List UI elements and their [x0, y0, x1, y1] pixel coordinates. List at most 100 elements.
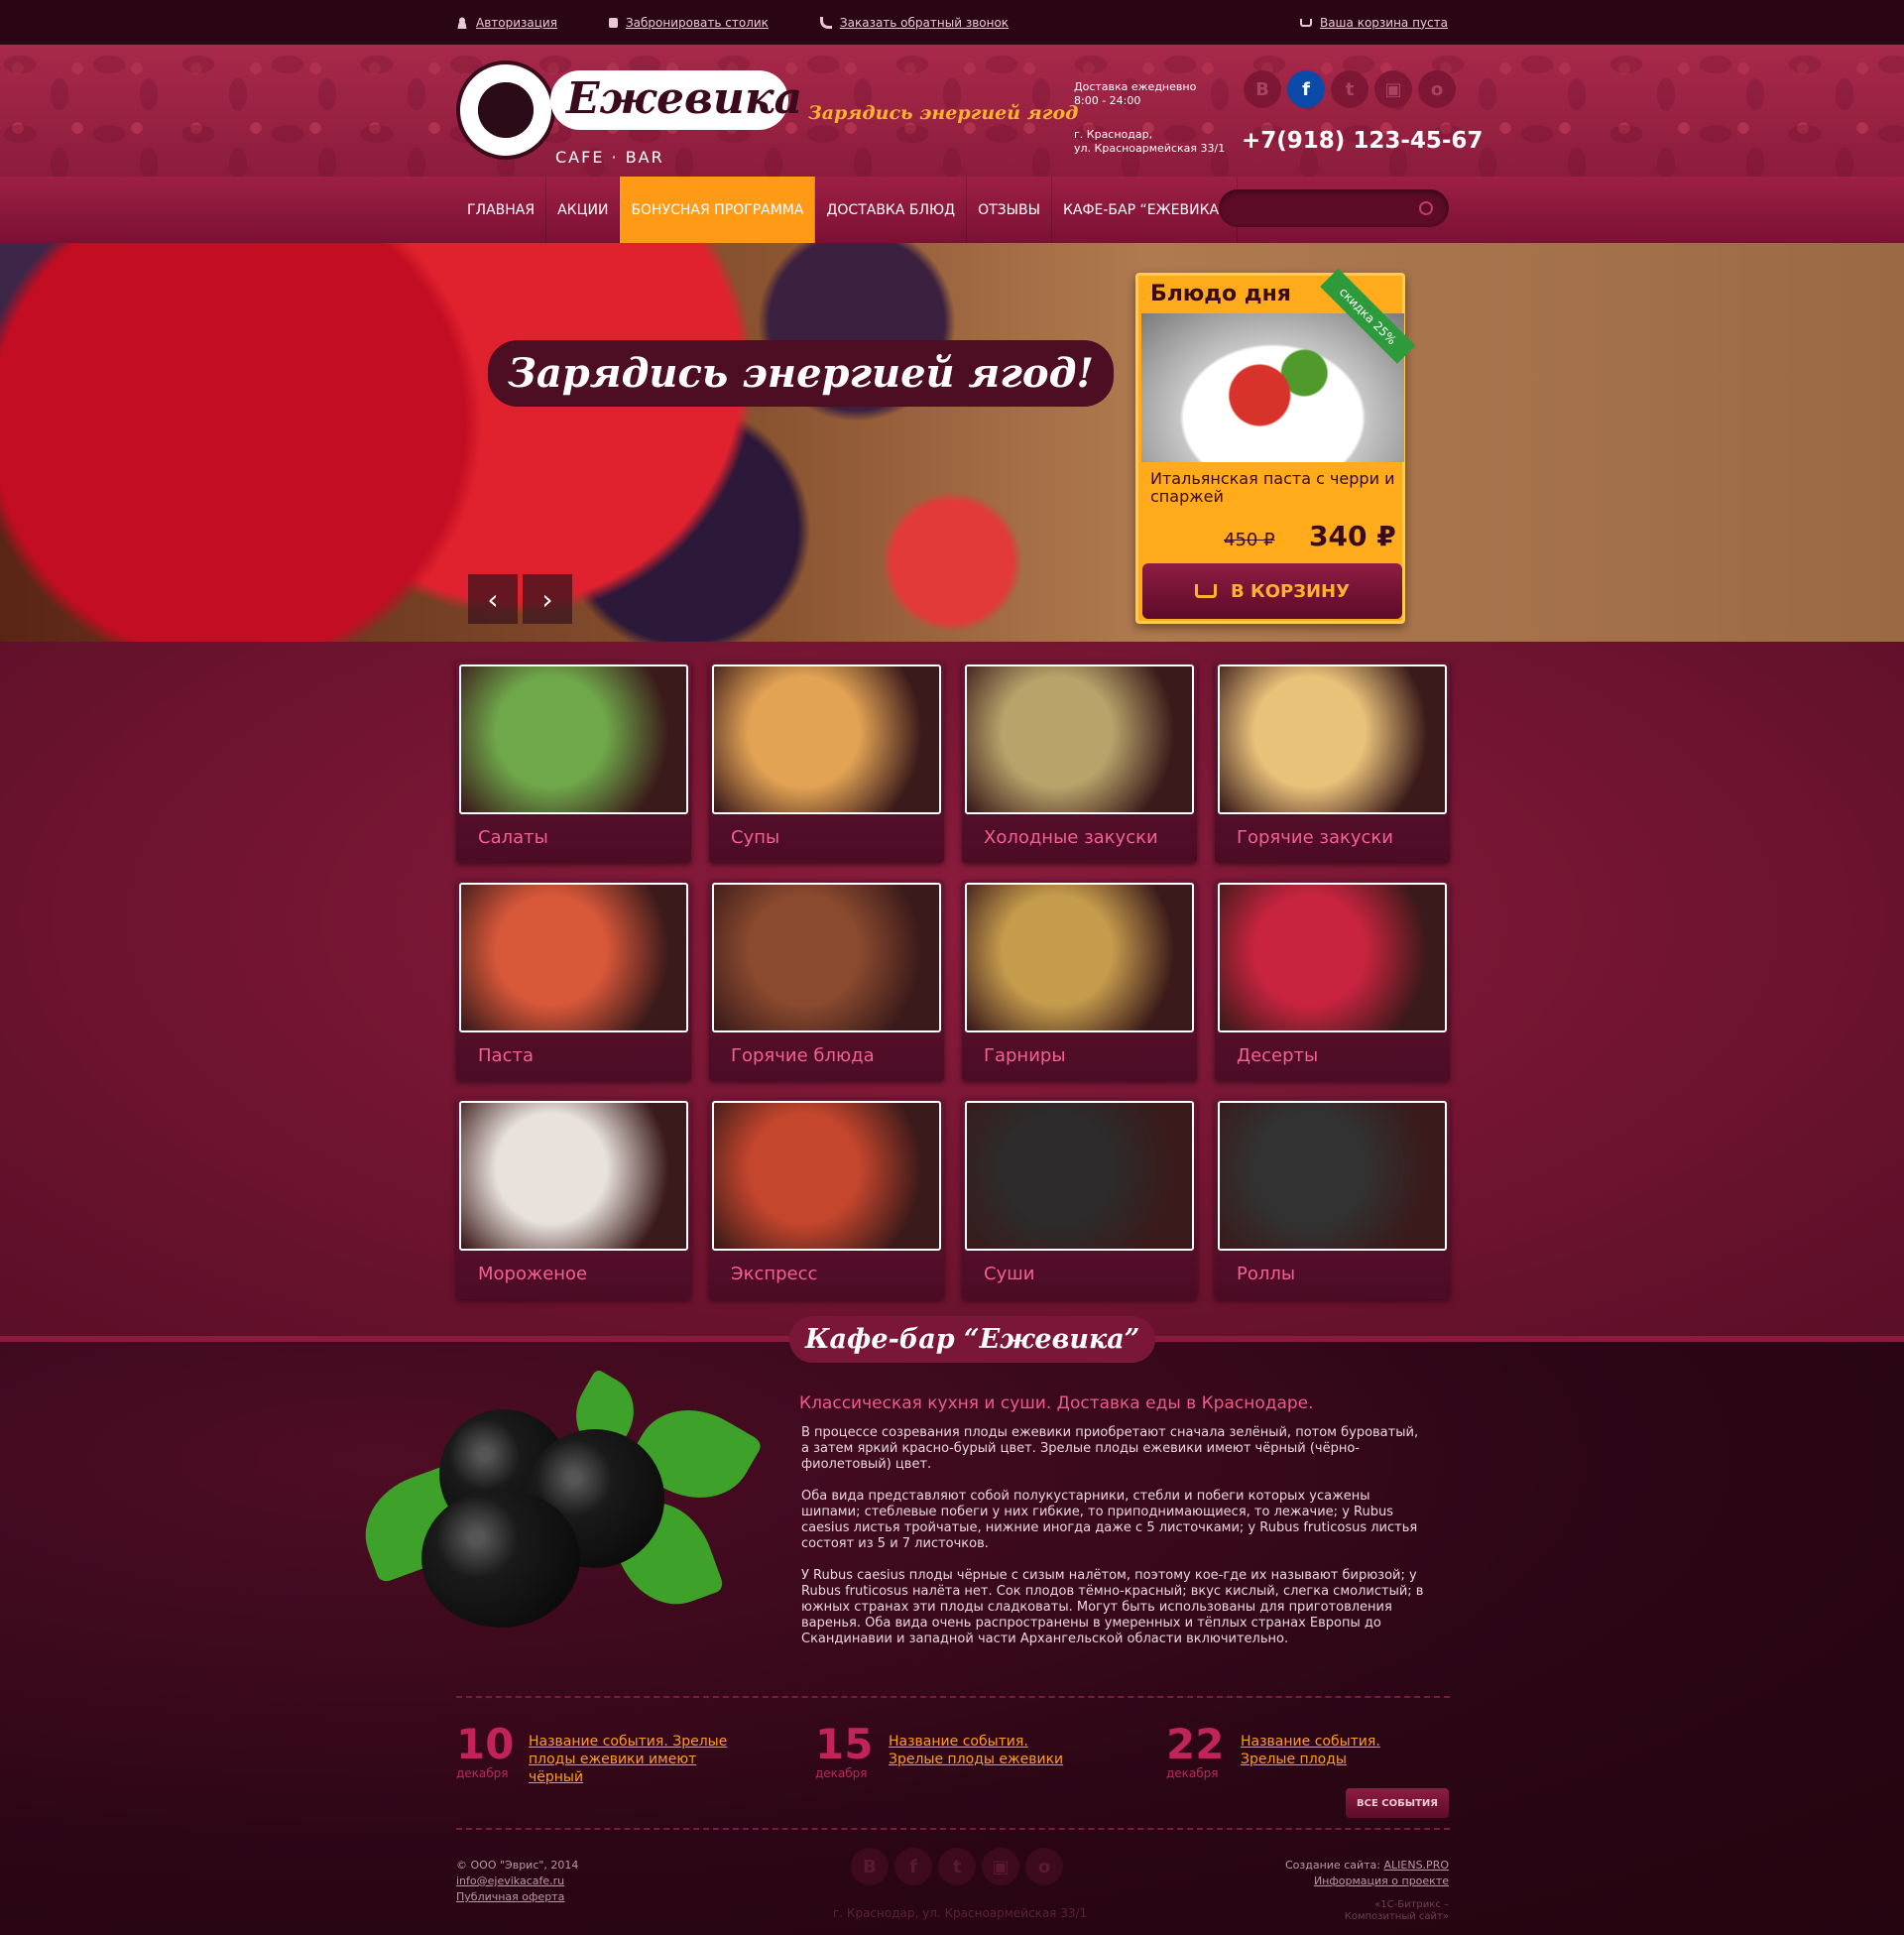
all-events-button[interactable]: ВСЕ СОБЫТИЯ	[1346, 1788, 1449, 1818]
logo[interactable]: Ежевика CAFE · BAR	[456, 53, 802, 168]
footer-address: г. Краснодар, ул. Красноармейская 33/1	[833, 1906, 1088, 1920]
category-image	[712, 1101, 941, 1251]
about-text: В процессе созревания плоды ежевики прио…	[801, 1425, 1426, 1663]
category-card[interactable]: Супы	[709, 662, 944, 863]
about-title: Кафе-бар “Ежевика”	[789, 1316, 1156, 1363]
header-slogan: Зарядись энергией ягод	[808, 102, 1079, 124]
category-card[interactable]: Суши	[962, 1098, 1197, 1299]
dish-new-price: 340 ₽	[1309, 520, 1396, 552]
offer-link[interactable]: Публичная оферта	[456, 1889, 578, 1905]
nav-item-about[interactable]: КАФЕ-БАР “ЕЖЕВИКА”	[1052, 177, 1239, 243]
category-card[interactable]: Мороженое	[456, 1098, 691, 1299]
phone-number[interactable]: +7(918) 123-45-67	[1242, 128, 1483, 154]
about-lead: Классическая кухня и суши. Доставка еды …	[799, 1393, 1314, 1413]
logo-name: Ежевика	[550, 70, 802, 130]
category-image	[965, 665, 1194, 814]
category-image	[965, 883, 1194, 1032]
top-bar: Авторизация Забронировать столик Заказат…	[0, 0, 1904, 45]
category-grid: Салаты Супы Холодные закуски Горячие закуск…	[456, 662, 1450, 1299]
category-card[interactable]: Десерты	[1215, 880, 1450, 1081]
category-image	[1218, 1101, 1447, 1251]
menu-categories: Салаты Супы Холодные закуски Горячие закуск…	[0, 642, 1904, 1336]
search-input[interactable]	[1235, 189, 1423, 227]
main-nav: ГЛАВНАЯ АКЦИИ БОНУСНАЯ ПРОГРАММА ДОСТАВК…	[0, 177, 1904, 243]
category-card[interactable]: Экспресс	[709, 1098, 944, 1299]
category-card[interactable]: Горячие блюда	[709, 880, 944, 1081]
category-label: Горячие блюда	[731, 1045, 875, 1066]
nav-item-delivery[interactable]: ДОСТАВКА БЛЮД	[815, 177, 968, 243]
slider-prev-button[interactable]: ‹	[468, 574, 518, 624]
event-title-link[interactable]: Название события. Зрелые плоды	[1241, 1733, 1419, 1768]
category-card[interactable]: Паста	[456, 880, 691, 1081]
slider-next-button[interactable]: ›	[523, 574, 572, 624]
hero-headline: Зарядись энергией ягод!	[488, 340, 1114, 407]
odnoklassniki-icon[interactable]: о	[1418, 70, 1456, 108]
category-image	[459, 883, 688, 1032]
category-label: Роллы	[1237, 1264, 1296, 1284]
vk-icon[interactable]: В	[1244, 70, 1281, 108]
category-image	[1218, 665, 1447, 814]
category-label: Гарниры	[984, 1045, 1066, 1066]
dish-image[interactable]	[1141, 313, 1404, 462]
category-card[interactable]: Горячие закуски	[1215, 662, 1450, 863]
header-address: г. Краснодар, ул. Красноармейская 33/1	[1074, 128, 1226, 155]
category-card[interactable]: Холодные закуски	[962, 662, 1197, 863]
dish-of-the-day: Блюдо дня скидка 25% Итальянская паста с…	[1135, 268, 1416, 624]
footer-left: © ООО "Эврис", 2014 info@ejevikacafe.ru …	[456, 1859, 579, 1905]
developer-link[interactable]: ALIENS.PRO	[1384, 1859, 1450, 1872]
dish-name[interactable]: Итальянская паста с черри и спаржей	[1150, 470, 1398, 506]
search-icon[interactable]	[1419, 201, 1433, 215]
event-title-link[interactable]: Название события. Зрелые плоды ежевики	[889, 1733, 1067, 1768]
header-social-links: В f t ▣ о	[1244, 70, 1456, 108]
vk-icon[interactable]: В	[851, 1848, 889, 1885]
category-card[interactable]: Салаты	[456, 662, 691, 863]
category-label: Десерты	[1237, 1045, 1319, 1066]
twitter-icon[interactable]: t	[1331, 70, 1368, 108]
event-item: 15 декабря Название события. Зрелые плод…	[815, 1723, 1063, 1781]
logo-subtitle: CAFE · BAR	[555, 148, 664, 167]
category-image	[459, 1101, 688, 1251]
category-card[interactable]: Гарниры	[962, 880, 1197, 1081]
search-box	[1219, 189, 1449, 227]
blackberry-logo-icon	[456, 60, 555, 160]
user-icon	[456, 16, 468, 29]
project-info-link[interactable]: Информация о проекте	[1240, 1874, 1449, 1889]
category-label: Супы	[731, 827, 780, 848]
cart-link[interactable]: Ваша корзина пуста	[1299, 16, 1448, 30]
category-label: Мороженое	[478, 1264, 588, 1284]
category-image	[712, 665, 941, 814]
blackberry-image	[349, 1368, 765, 1628]
event-title-link[interactable]: Название события. Зрелые плоды ежевики и…	[529, 1733, 737, 1786]
category-label: Салаты	[478, 827, 548, 848]
delivery-hours: Доставка ежедневно 8:00 - 24:00	[1074, 80, 1197, 107]
event-item: 10 декабря Название события. Зрелые плод…	[456, 1723, 727, 1786]
category-image	[712, 883, 941, 1032]
about-paragraph: В процессе созревания плоды ежевики прио…	[801, 1425, 1419, 1472]
instagram-icon[interactable]: ▣	[1374, 70, 1412, 108]
odnoklassniki-icon[interactable]: о	[1025, 1848, 1063, 1885]
bitrix-badge[interactable]: «1С-Битрикс – Композитный сайт»	[1315, 1899, 1449, 1923]
category-label: Горячие закуски	[1237, 827, 1393, 848]
nav-item-bonus[interactable]: БОНУСНАЯ ПРОГРАММА	[620, 177, 816, 243]
divider	[456, 1828, 1450, 1830]
about-paragraph: Оба вида представляют собой полукустарни…	[801, 1489, 1418, 1551]
add-to-cart-button[interactable]: В КОРЗИНУ	[1142, 563, 1402, 619]
about-paragraph: У Rubus caesius плоды чёрные с сизым нал…	[801, 1568, 1424, 1646]
twitter-icon[interactable]: t	[938, 1848, 976, 1885]
cart-icon	[1195, 584, 1217, 598]
login-link[interactable]: Авторизация	[456, 16, 557, 30]
nav-item-home[interactable]: ГЛАВНАЯ	[456, 177, 547, 243]
email-link[interactable]: info@ejevikacafe.ru	[456, 1874, 578, 1889]
about-section: Кафе-бар “Ежевика” Классическая кухня и …	[0, 1316, 1904, 1935]
dish-old-price: 450 ₽	[1224, 530, 1275, 550]
book-table-link[interactable]: Забронировать столик	[608, 16, 769, 30]
category-card[interactable]: Роллы	[1215, 1098, 1450, 1299]
berry-shape	[421, 1489, 580, 1628]
footer-social-links: В f t ▣ о	[851, 1848, 1063, 1885]
callback-link[interactable]: Заказать обратный звонок	[819, 16, 1009, 30]
instagram-icon[interactable]: ▣	[982, 1848, 1019, 1885]
nav-item-promotions[interactable]: АКЦИИ	[546, 177, 621, 243]
facebook-icon[interactable]: f	[1287, 70, 1325, 108]
facebook-icon[interactable]: f	[894, 1848, 932, 1885]
nav-item-reviews[interactable]: ОТЗЫВЫ	[967, 177, 1052, 243]
